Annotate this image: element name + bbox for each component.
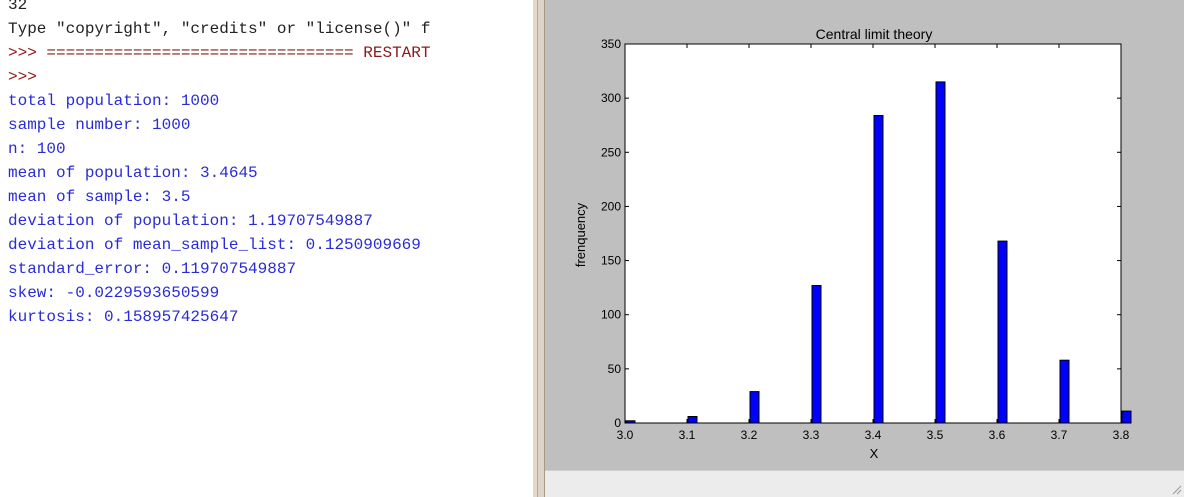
- y-tick-label: 250: [601, 145, 621, 159]
- figure-toolbar: [545, 470, 1184, 497]
- output-line: deviation of population: 1.19707549887: [8, 212, 373, 230]
- output-line: n: 100: [8, 140, 66, 158]
- x-tick-label: 3.5: [927, 428, 944, 442]
- x-tick-label: 3.6: [989, 428, 1006, 442]
- histogram-bar: [1121, 410, 1132, 424]
- output-line: mean of population: 3.4645: [8, 164, 258, 182]
- histogram-bar: [687, 416, 698, 424]
- y-tick-label: 50: [608, 362, 622, 376]
- histogram-bar: [873, 115, 884, 424]
- shell-text-line: 32: [8, 0, 28, 14]
- x-tick-label: 3.1: [679, 428, 696, 442]
- y-tick-label: 200: [601, 199, 621, 213]
- output-line: sample number: 1000: [8, 116, 191, 134]
- histogram-bar: [749, 391, 760, 424]
- x-tick-label: 3.2: [741, 428, 758, 442]
- output-line: standard_error: 0.119707549887: [8, 260, 297, 278]
- histogram-chart: Central limit theory 3.0 3.1 3.2 3.3 3.4 3.5 3…: [573, 26, 1132, 461]
- y-tick-label: 150: [601, 254, 621, 268]
- window-divider: [537, 0, 545, 497]
- python-shell[interactable]: 32 Type "copyright", "credits" or "licens…: [0, 0, 533, 497]
- prompt-line: >>>: [8, 68, 37, 86]
- y-tick-label: 100: [601, 308, 621, 322]
- output-line: mean of sample: 3.5: [8, 188, 191, 206]
- output-line: kurtosis: 0.158957425647: [8, 308, 239, 326]
- figure-window: Central limit theory 3.0 3.1 3.2 3.3 3.4 3.5 3…: [545, 0, 1184, 470]
- resize-grip-icon[interactable]: [1170, 483, 1182, 495]
- histogram-bar: [1059, 359, 1070, 424]
- x-tick-label: 3.7: [1051, 428, 1068, 442]
- y-tick-label: 0: [614, 416, 621, 430]
- y-axis-label: frenquency: [573, 202, 588, 267]
- x-tick-label: 3.4: [865, 428, 882, 442]
- x-tick-label: 3.0: [617, 428, 634, 442]
- output-line: skew: -0.0229593650599: [8, 284, 220, 302]
- chart-title: Central limit theory: [816, 26, 933, 42]
- histogram-bar: [811, 285, 822, 424]
- output-line: total population: 1000: [8, 92, 220, 110]
- prompt-line: >>> ================================ RES…: [8, 44, 431, 62]
- histogram-bar: [997, 240, 1008, 424]
- output-line: deviation of mean_sample_list: 0.1250909…: [8, 236, 421, 254]
- y-tick-label: 300: [601, 91, 621, 105]
- x-axis-label: X: [870, 446, 879, 461]
- plot-area: [625, 44, 1121, 423]
- y-tick-label: 350: [601, 37, 621, 51]
- x-tick-label: 3.8: [1113, 428, 1130, 442]
- shell-text-line: Type "copyright", "credits" or "license(…: [8, 20, 431, 38]
- x-tick-label: 3.3: [803, 428, 820, 442]
- histogram-bar: [935, 81, 946, 424]
